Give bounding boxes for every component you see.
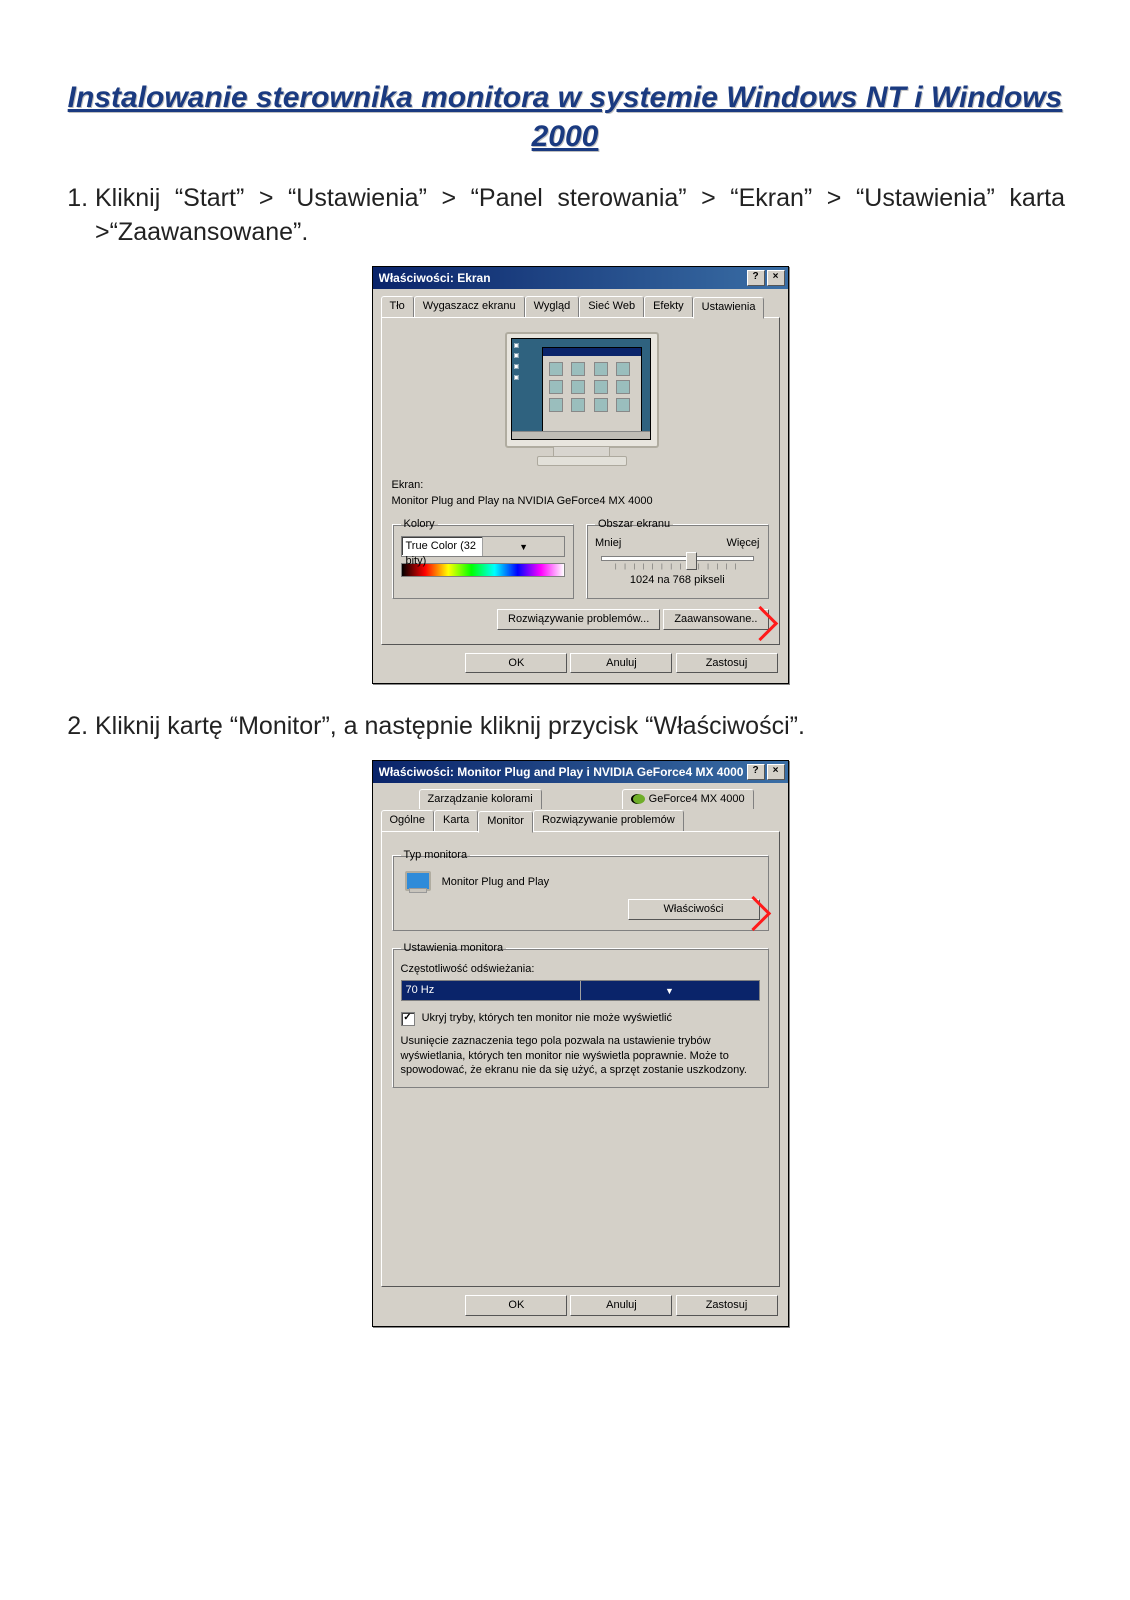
color-depth-combo[interactable]: True Color (32 bity) ▼: [401, 536, 566, 557]
tab-effects[interactable]: Efekty: [644, 296, 693, 318]
color-depth-value: True Color (32 bity): [402, 537, 483, 556]
screen-area-legend: Obszar ekranu: [595, 517, 673, 532]
slider-less-label: Mniej: [595, 536, 621, 551]
apply-button[interactable]: Zastosuj: [676, 653, 778, 674]
tab-screensaver[interactable]: Wygaszacz ekranu: [414, 296, 525, 318]
tab-adapter[interactable]: Karta: [434, 810, 478, 832]
tab-appearance[interactable]: Wygląd: [525, 296, 580, 318]
step-1-text: Kliknij “Start” > “Ustawienia” > “Panel …: [95, 184, 1065, 246]
tab-color-management[interactable]: Zarządzanie kolorami: [419, 789, 542, 809]
close-button[interactable]: ×: [767, 764, 785, 780]
help-button[interactable]: ?: [747, 270, 765, 286]
hide-modes-helptext: Usunięcie zaznaczenia tego pola pozwala …: [401, 1034, 760, 1077]
refresh-rate-combo[interactable]: 70 Hz ▼: [401, 980, 760, 1001]
chevron-down-icon[interactable]: ▼: [482, 537, 564, 556]
tab-body: Typ monitora Monitor Plug and Play Właśc…: [381, 831, 780, 1287]
resolution-text: 1024 na 768 pikseli: [595, 573, 760, 588]
dialog-footer: OK Anuluj Zastosuj: [373, 1287, 788, 1326]
hide-modes-label: Ukryj tryby, których ten monitor nie moż…: [422, 1012, 672, 1024]
properties-button[interactable]: Właściwości: [628, 899, 760, 920]
tab-monitor[interactable]: Monitor: [478, 811, 533, 833]
cancel-button[interactable]: Anuluj: [570, 1295, 672, 1316]
titlebar: Właściwości: Ekran ? ×: [373, 267, 788, 289]
refresh-rate-label: Częstotliwość odświeżania:: [401, 962, 760, 977]
ok-button[interactable]: OK: [465, 1295, 567, 1316]
close-button[interactable]: ×: [767, 270, 785, 286]
dialog-footer: OK Anuluj Zastosuj: [373, 645, 788, 684]
step-2: Kliknij kartę “Monitor”, a następnie kli…: [95, 710, 1065, 1326]
tab-general[interactable]: Ogólne: [381, 810, 434, 832]
ekran-label: Ekran:: [392, 478, 769, 493]
monitor-icon: [403, 871, 431, 893]
tab-strip: Tło Wygaszacz ekranu Wygląd Sieć Web Efe…: [373, 289, 788, 317]
tab-troubleshoot[interactable]: Rozwiązywanie problemów: [533, 810, 684, 832]
tab-web[interactable]: Sieć Web: [579, 296, 644, 318]
titlebar: Właściwości: Monitor Plug and Play i NVI…: [373, 761, 788, 783]
tab-geforce[interactable]: GeForce4 MX 4000: [622, 789, 754, 809]
monitor-type-fieldset: Typ monitora Monitor Plug and Play Właśc…: [392, 848, 769, 931]
advanced-button[interactable]: Zaawansowane..: [663, 609, 768, 630]
monitor-settings-legend: Ustawienia monitora: [401, 941, 507, 956]
display-properties-dialog: Właściwości: Ekran ? × Tło Wygaszacz ekr…: [372, 266, 789, 685]
titlebar-text: Właściwości: Monitor Plug and Play i NVI…: [379, 764, 745, 780]
slider-more-label: Więcej: [726, 536, 759, 551]
troubleshoot-button[interactable]: Rozwiązywanie problemów...: [497, 609, 660, 630]
tab-settings[interactable]: Ustawienia: [693, 297, 765, 319]
refresh-rate-value: 70 Hz: [402, 981, 580, 1000]
tab-background[interactable]: Tło: [381, 296, 414, 318]
monitor-settings-fieldset: Ustawienia monitora Częstotliwość odświe…: [392, 941, 769, 1088]
monitor-preview: ▣▣▣▣: [493, 332, 668, 472]
step-2-text: Kliknij kartę “Monitor”, a następnie kli…: [95, 712, 805, 740]
tab-body: ▣▣▣▣: [381, 317, 780, 645]
tab-geforce-label: GeForce4 MX 4000: [649, 793, 745, 805]
tab-strip: Zarządzanie kolorami GeForce4 MX 4000 Og…: [373, 783, 788, 831]
monitor-name: Monitor Plug and Play: [442, 876, 550, 888]
screen-area-fieldset: Obszar ekranu Mniej Więcej | | | | | | |…: [586, 517, 769, 599]
hide-modes-checkbox[interactable]: ✓: [401, 1012, 415, 1026]
ok-button[interactable]: OK: [465, 653, 567, 674]
ekran-value: Monitor Plug and Play na NVIDIA GeForce4…: [392, 494, 769, 509]
resolution-slider[interactable]: | | | | | | | | | | | | | |: [601, 553, 754, 571]
titlebar-text: Właściwości: Ekran: [379, 270, 745, 286]
apply-button[interactable]: Zastosuj: [676, 1295, 778, 1316]
chevron-down-icon[interactable]: ▼: [580, 981, 759, 1000]
monitor-properties-dialog: Właściwości: Monitor Plug and Play i NVI…: [372, 760, 789, 1327]
cancel-button[interactable]: Anuluj: [570, 653, 672, 674]
step-1: Kliknij “Start” > “Ustawienia” > “Panel …: [95, 182, 1065, 684]
colors-legend: Kolory: [401, 517, 438, 532]
help-button[interactable]: ?: [747, 764, 765, 780]
nvidia-icon: [631, 794, 645, 804]
page-title: Instalowanie sterownika monitora w syste…: [65, 78, 1065, 156]
colors-fieldset: Kolory True Color (32 bity) ▼: [392, 517, 575, 599]
monitor-type-legend: Typ monitora: [401, 848, 471, 863]
